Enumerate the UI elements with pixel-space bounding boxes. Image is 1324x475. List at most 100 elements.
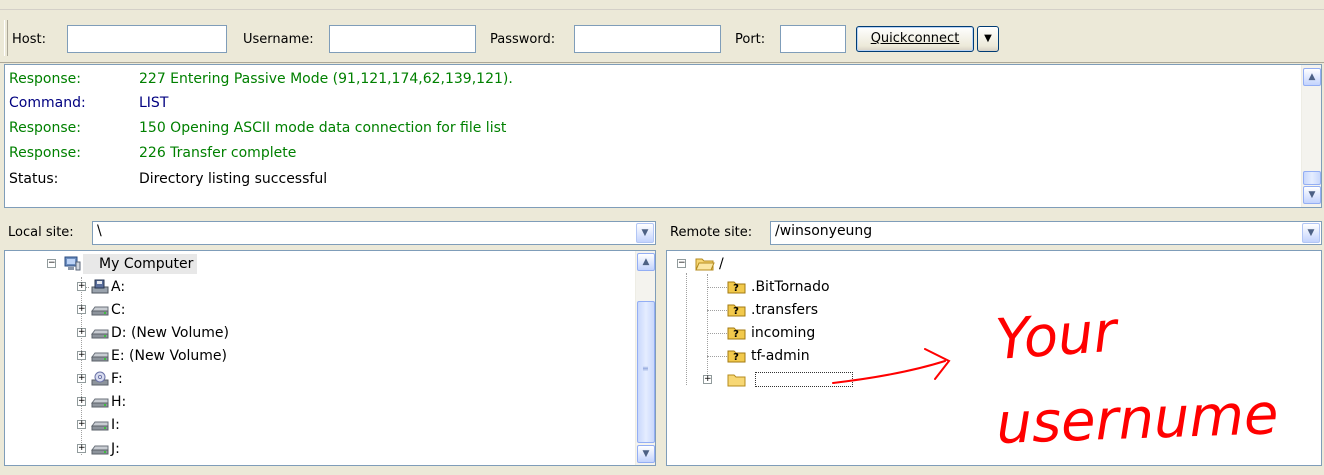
- unknown-folder-icon: ?: [727, 281, 746, 294]
- annotation-line2: usernume: [995, 382, 1279, 457]
- tree-node-label: .BitTornado: [751, 279, 830, 295]
- username-label: Username:: [243, 32, 314, 47]
- tree-node-drive-f[interactable]: + F:: [5, 369, 605, 389]
- annotation-drawing: Your usernume: [832, 299, 1279, 457]
- tree-node-drive-i[interactable]: + I:: [5, 415, 605, 435]
- unknown-folder-icon: ?: [727, 350, 746, 363]
- collapse-toggle[interactable]: −: [677, 259, 686, 268]
- toolbar-bottom-border: [0, 62, 1324, 63]
- svg-text:?: ?: [733, 306, 739, 317]
- local-site-bar: Local site: \ ▼: [4, 218, 656, 248]
- hard-drive-icon: [91, 329, 109, 339]
- local-path-combo[interactable]: \ ▼: [92, 221, 656, 245]
- local-tree[interactable]: − My Computer + A: + C: + D: (New Volume…: [4, 250, 656, 466]
- expand-toggle[interactable]: +: [77, 420, 86, 429]
- tree-node-root[interactable]: − /: [667, 254, 1267, 274]
- username-input[interactable]: [329, 25, 476, 53]
- scroll-down-button[interactable]: ▼: [1303, 186, 1321, 204]
- hard-drive-icon: [91, 421, 109, 431]
- chevron-up-icon: ▲: [642, 257, 650, 267]
- log-label: Response:: [9, 120, 81, 136]
- tree-node-label: tf-admin: [751, 348, 810, 364]
- expand-toggle[interactable]: +: [77, 305, 86, 314]
- log-label: Status:: [9, 171, 59, 187]
- chevron-down-icon: ▼: [641, 228, 649, 238]
- toolbar-grip[interactable]: [4, 20, 8, 56]
- remote-path-value: /winsonyeung: [775, 223, 873, 239]
- pane-splitter[interactable]: [659, 212, 665, 470]
- tree-node-label: A:: [111, 279, 126, 295]
- expand-toggle[interactable]: +: [77, 397, 86, 406]
- grip-icon: ≡: [642, 364, 649, 373]
- chevron-down-icon: ▼: [1307, 228, 1315, 238]
- log-message: 227 Entering Passive Mode (91,121,174,62…: [139, 71, 513, 87]
- tree-node-label: D: (New Volume): [111, 325, 229, 341]
- status-strip: [0, 466, 1324, 475]
- expand-toggle[interactable]: +: [77, 351, 86, 360]
- log-message: Directory listing successful: [139, 171, 328, 187]
- local-path-dropdown[interactable]: ▼: [636, 223, 654, 243]
- cd-drive-icon: [91, 371, 109, 386]
- tree-node-drive-d[interactable]: + D: (New Volume): [5, 323, 605, 343]
- scroll-thumb[interactable]: [1303, 171, 1321, 185]
- scroll-thumb[interactable]: ≡: [637, 301, 655, 443]
- quickconnect-button[interactable]: Quickconnect: [856, 26, 974, 52]
- password-input[interactable]: [574, 25, 721, 53]
- tree-node-drive-h[interactable]: + H:: [5, 392, 605, 412]
- scroll-up-button[interactable]: ▲: [637, 253, 655, 271]
- log-label: Response:: [9, 71, 81, 87]
- svg-text:?: ?: [733, 329, 739, 340]
- floppy-drive-icon: [91, 279, 109, 294]
- tree-node-label: /: [719, 256, 724, 272]
- remote-path-combo[interactable]: /winsonyeung ▼: [770, 221, 1322, 245]
- log-label: Command:: [9, 95, 86, 111]
- hard-drive-icon: [91, 306, 109, 316]
- chevron-down-icon: ▼: [1308, 190, 1316, 200]
- quickconnect-bar: Host: Username: Password: Port: Quickcon…: [0, 0, 1324, 63]
- tree-node-label: incoming: [751, 325, 816, 341]
- log-label: Response:: [9, 145, 81, 161]
- unknown-folder-icon: ?: [727, 327, 746, 340]
- tree-line: [707, 274, 708, 380]
- collapse-toggle[interactable]: −: [47, 259, 56, 268]
- message-log[interactable]: Response: 227 Entering Passive Mode (91,…: [4, 64, 1322, 208]
- tree-node-label: H:: [111, 394, 127, 410]
- scroll-up-button[interactable]: ▲: [1303, 68, 1321, 86]
- expand-toggle[interactable]: +: [77, 374, 86, 383]
- local-tree-scrollbar[interactable]: ▲ ≡ ▼: [635, 251, 655, 465]
- tree-line: [707, 310, 727, 311]
- expand-toggle[interactable]: +: [77, 282, 86, 291]
- remote-tree[interactable]: − / ? .BitTornado ? .transfers ? incomin…: [666, 250, 1322, 466]
- tree-node-label: F:: [111, 371, 123, 387]
- tree-node-my-computer[interactable]: − My Computer: [5, 254, 605, 274]
- svg-text:?: ?: [733, 283, 739, 294]
- expand-toggle[interactable]: +: [77, 444, 86, 453]
- scroll-down-button[interactable]: ▼: [637, 445, 655, 463]
- port-input[interactable]: [780, 25, 846, 53]
- tree-node-label: I:: [111, 417, 120, 433]
- annotation-arrow: [832, 348, 951, 384]
- log-message: 150 Opening ASCII mode data connection f…: [139, 120, 507, 136]
- quickconnect-dropdown-button[interactable]: ▼: [977, 26, 999, 52]
- tree-node-label: .transfers: [751, 302, 819, 318]
- hard-drive-icon: [91, 398, 109, 408]
- remote-path-dropdown[interactable]: ▼: [1302, 223, 1320, 243]
- tree-node-drive-j[interactable]: + J:: [5, 439, 605, 459]
- expand-toggle[interactable]: +: [77, 328, 86, 337]
- port-label: Port:: [735, 32, 766, 47]
- host-label: Host:: [12, 32, 46, 47]
- tree-node-label: My Computer: [83, 254, 198, 274]
- chevron-down-icon: ▼: [984, 33, 992, 44]
- computer-icon: [64, 256, 81, 271]
- host-input[interactable]: [67, 25, 227, 53]
- tree-line: [707, 287, 727, 288]
- log-scrollbar[interactable]: ▲ ▼: [1301, 65, 1321, 207]
- tree-node-drive-c[interactable]: + C:: [5, 300, 605, 320]
- expand-toggle[interactable]: +: [703, 375, 712, 384]
- remote-site-bar: Remote site: /winsonyeung ▼: [666, 218, 1322, 248]
- tree-node-label: J:: [111, 441, 120, 457]
- tree-node-drive-a[interactable]: + A:: [5, 277, 605, 297]
- unknown-folder-icon: ?: [727, 304, 746, 317]
- tree-node-drive-e[interactable]: + E: (New Volume): [5, 346, 605, 366]
- tree-line: [707, 333, 727, 334]
